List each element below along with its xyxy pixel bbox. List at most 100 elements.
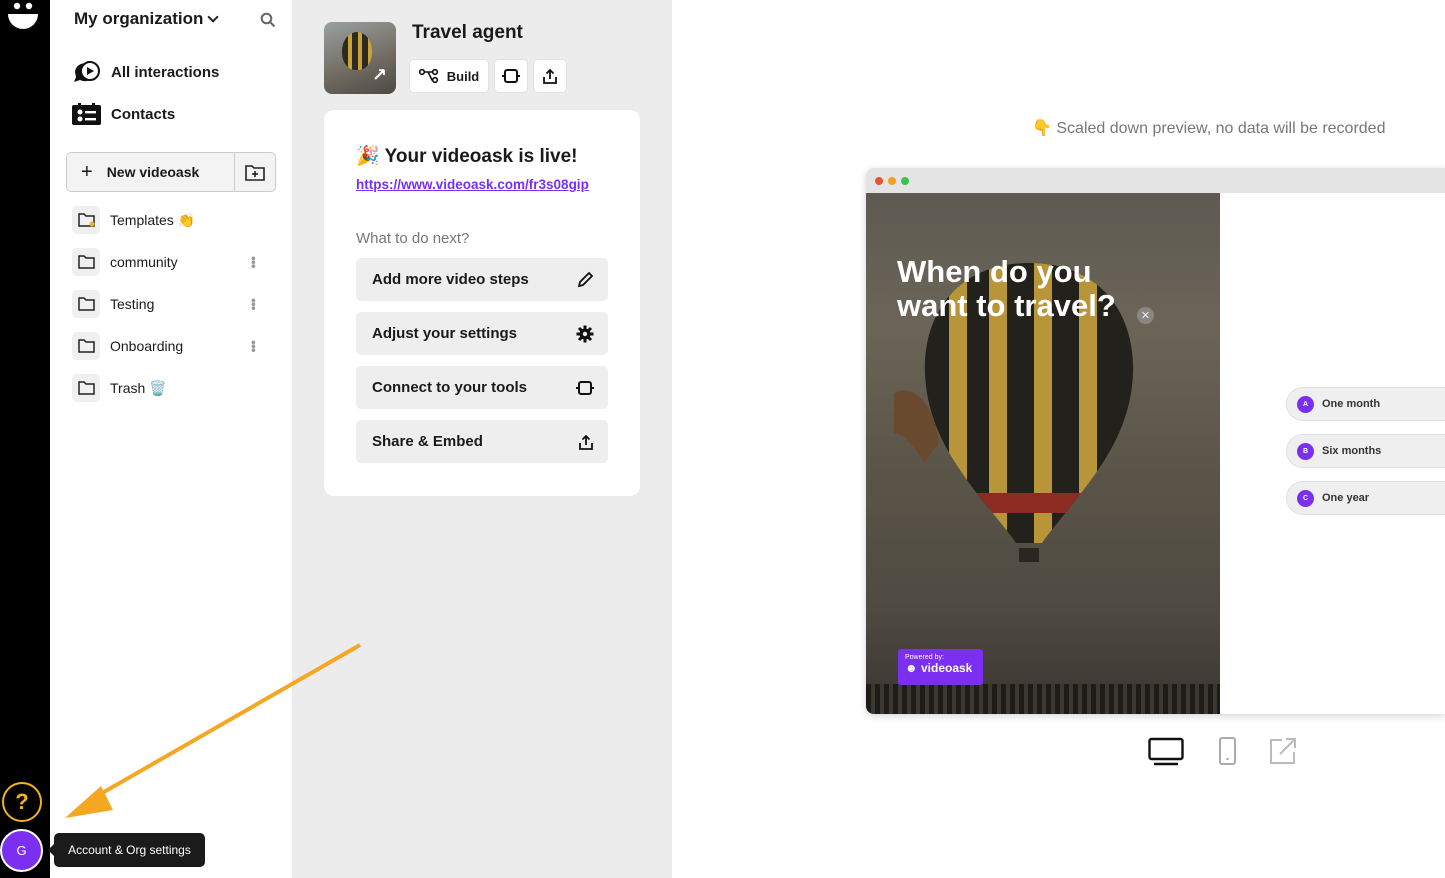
desktop-view-icon[interactable] [1148,736,1184,766]
build-button[interactable]: Build [409,59,489,93]
share-icon [579,434,593,450]
folder-label: community [110,254,178,270]
video-player[interactable]: When do you want to travel? ✕ Powered by… [866,193,1220,714]
window-titlebar [866,168,1445,193]
option-one-month[interactable]: A One month [1286,387,1445,421]
project-title: Travel agent [412,22,523,43]
folder-label: Templates [110,211,174,228]
folder-icon [72,290,100,318]
folder-community[interactable]: community ••• [72,248,272,276]
folder-icon [72,332,100,360]
org-switcher[interactable]: My organization [74,9,220,29]
powered-brand: ☻ videoask [905,661,973,675]
folder-icon [72,248,100,276]
add-video-steps-button[interactable]: Add more video steps [356,258,608,301]
folder-label: Onboarding [110,338,184,354]
live-title: 🎉 Your videoask is live! [356,144,578,168]
option-key: C [1297,489,1314,507]
video-chat-icon [74,61,100,82]
new-videoask-group: + New videoask [66,152,276,192]
videoask-link[interactable]: https://www.videoask.com/fr3s08gip [356,177,589,192]
new-folder-button[interactable] [235,153,275,191]
contacts-icon [72,103,101,125]
folder-icon [72,206,100,234]
live-title-text: Your videoask is live! [384,146,578,167]
connect-tools-button[interactable]: Connect to your tools [356,366,608,409]
preview-window: When do you want to travel? ✕ Powered by… [866,168,1445,714]
connect-button[interactable] [494,59,528,93]
pointing-down-emoji: 👇 [1032,120,1052,137]
trash-emoji: 🗑️ [149,379,167,396]
folder-trash[interactable]: Trash 🗑️ [72,374,272,402]
build-label: Build [446,68,480,84]
folder-label: Trash [110,379,146,396]
project-thumbnail[interactable]: ↗ [324,22,396,94]
new-videoask-label: New videoask [106,164,200,180]
preview-note: 👇 Scaled down preview, no data will be r… [1032,118,1385,138]
clap-emoji: 👏 [177,211,196,228]
mobile-view-icon[interactable] [1218,736,1238,766]
pencil-icon [577,271,594,288]
action-label: Connect to your tools [372,379,527,396]
account-avatar-button[interactable]: G [0,829,43,872]
minimize-dot-icon [888,176,896,185]
question-mark-icon: ? [15,789,29,814]
open-arrow-icon: ↗ [371,65,387,85]
nav-label: Contacts [111,105,176,123]
close-dot-icon [875,176,883,185]
plus-icon: + [81,160,93,183]
balloon-thumbnail-image [342,32,372,70]
option-key: A [1297,395,1314,413]
folder-templates[interactable]: Templates 👏 [72,206,272,234]
plug-icon [502,69,520,83]
search-icon[interactable] [260,12,276,28]
org-name: My organization [74,9,204,28]
action-label: Adjust your settings [372,325,518,342]
powered-small: Powered by: [905,654,944,661]
annotation-arrow-icon [65,643,361,818]
option-label: One year [1322,492,1370,504]
smile-logo-icon: ☻ [905,661,918,675]
preview-note-text: Scaled down preview, no data will be rec… [1056,120,1386,137]
folder-onboarding[interactable]: Onboarding ••• [72,332,272,360]
share-embed-button[interactable]: Share & Embed [356,420,608,463]
adjust-settings-button[interactable]: Adjust your settings [356,312,608,355]
more-options-icon[interactable]: ••• [246,256,262,268]
folder-testing[interactable]: Testing ••• [72,290,272,318]
action-label: Share & Embed [372,433,483,450]
flow-icon [418,69,438,83]
share-icon [543,68,557,84]
folder-icon [72,374,100,402]
left-rail: ? G [0,0,50,878]
question-text: When do you want to travel? [897,254,1116,323]
videoask-logo-icon[interactable] [7,2,39,32]
plug-icon [576,380,594,395]
open-external-icon[interactable] [1268,736,1298,766]
option-label: One month [1322,398,1381,410]
folder-label: Testing [110,296,155,312]
powered-by-badge[interactable]: Powered by: ☻ videoask [898,649,983,685]
new-videoask-button[interactable]: + New videoask [67,153,235,191]
action-label: Add more video steps [372,271,529,288]
option-key: B [1297,442,1314,460]
next-label: What to do next? [356,230,470,247]
folder-plus-icon [245,164,265,181]
help-button[interactable]: ? [2,782,42,822]
nav-contacts[interactable]: Contacts [72,103,175,125]
close-icon[interactable]: ✕ [1137,307,1154,324]
account-settings-tooltip: Account & Org settings [48,833,205,867]
option-label: Six months [1322,445,1382,457]
option-six-months[interactable]: B Six months [1286,434,1445,468]
gear-icon [576,325,594,342]
preview-area: 👇 Scaled down preview, no data will be r… [672,0,1445,878]
nav-label: All interactions [111,63,220,81]
nav-all-interactions[interactable]: All interactions [72,61,219,83]
maximize-dot-icon [901,176,909,185]
option-one-year[interactable]: C One year [1286,481,1445,515]
more-options-icon[interactable]: ••• [246,298,262,310]
crowd-image [866,684,1220,714]
chevron-down-icon [207,11,220,23]
share-button[interactable] [533,59,567,93]
more-options-icon[interactable]: ••• [246,340,262,352]
party-emoji: 🎉 [356,146,380,167]
